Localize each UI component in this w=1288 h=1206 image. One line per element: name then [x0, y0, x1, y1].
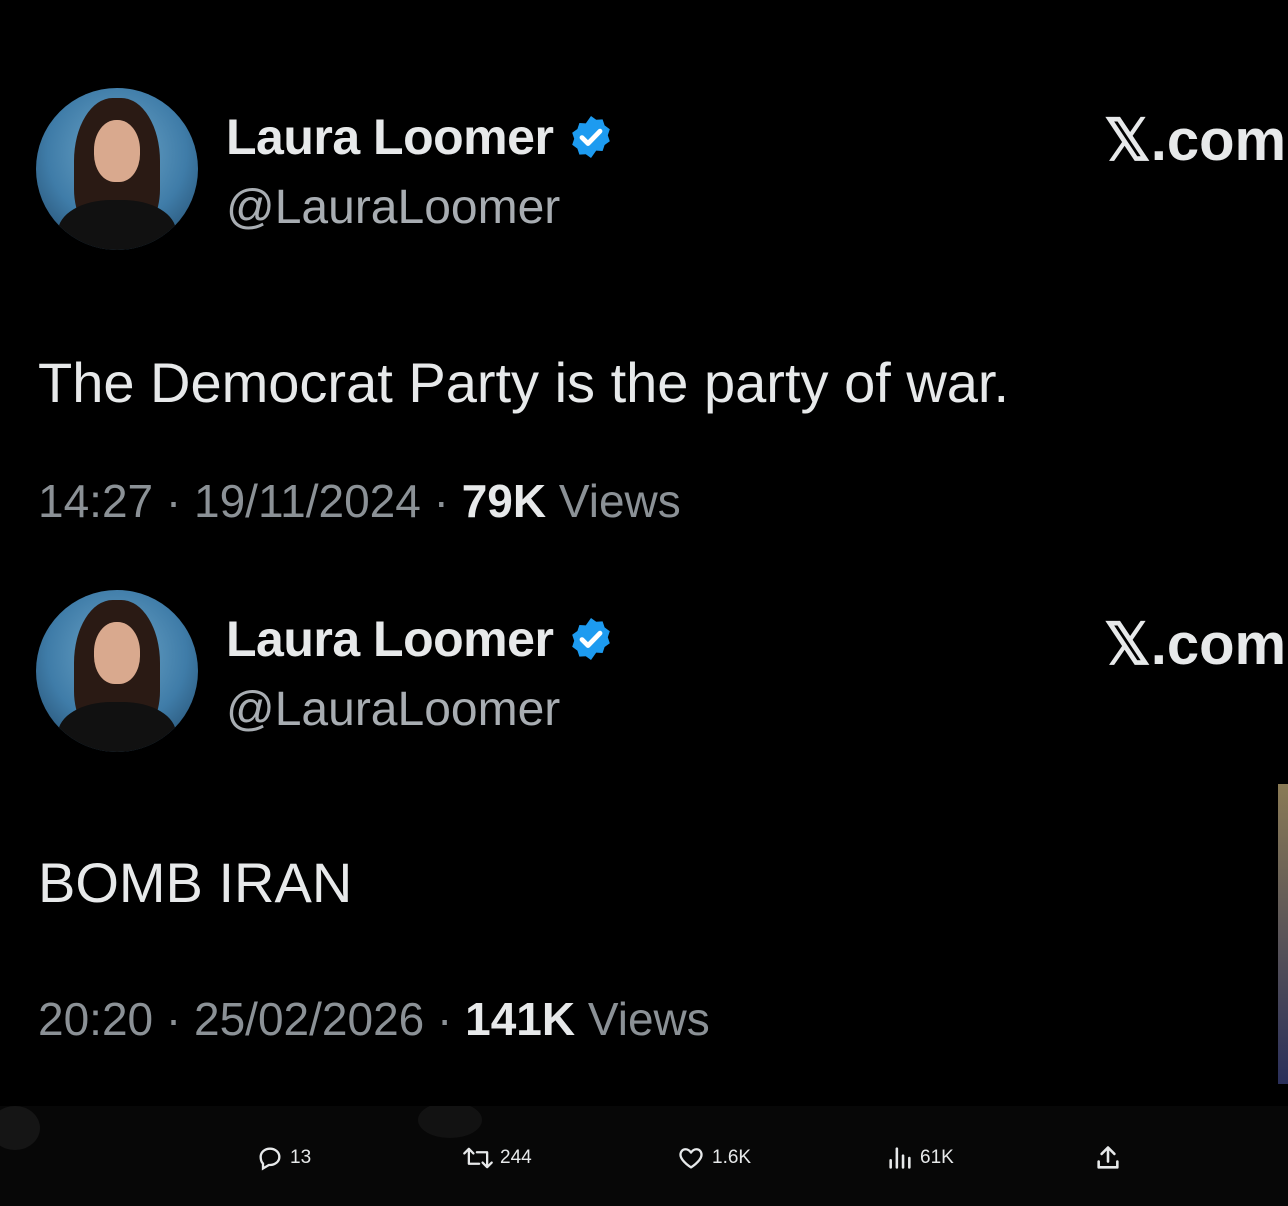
author-handle[interactable]: @LauraLoomer	[226, 682, 560, 737]
reply-count: 13	[290, 1147, 312, 1168]
like-count: 1.6K	[712, 1147, 752, 1168]
separator: ·	[420, 475, 462, 527]
repost-icon	[463, 1147, 493, 1169]
views-button[interactable]: 61K	[886, 1144, 954, 1172]
tweet-time[interactable]: 14:27	[38, 475, 153, 527]
repost-count: 244	[500, 1147, 532, 1168]
avatar-body	[58, 200, 176, 250]
author-row: Laura Loomer	[226, 610, 615, 668]
tweet-time[interactable]: 20:20	[38, 993, 153, 1045]
avatar[interactable]	[36, 590, 198, 752]
reply-button[interactable]: 13	[256, 1144, 311, 1172]
author-handle[interactable]: @LauraLoomer	[226, 180, 560, 235]
separator: ·	[153, 993, 195, 1045]
tweet-text: The Democrat Party is the party of war.	[38, 351, 1010, 414]
author-name[interactable]: Laura Loomer	[226, 610, 554, 668]
avatar[interactable]	[36, 88, 198, 250]
site-label: 𝕏.com	[1104, 612, 1287, 677]
verified-badge-icon	[572, 116, 611, 158]
share-button[interactable]	[1094, 1144, 1128, 1172]
author-row: Laura Loomer	[226, 108, 615, 166]
views-icon	[889, 1147, 911, 1169]
views-count: 79K	[461, 475, 547, 527]
separator: ·	[153, 475, 195, 527]
avatar-face	[94, 120, 140, 182]
like-icon	[679, 1148, 703, 1169]
like-button[interactable]: 1.6K	[676, 1144, 751, 1172]
views-count: 141K	[465, 993, 576, 1045]
avatar-body	[58, 702, 176, 752]
share-icon	[1097, 1146, 1119, 1169]
separator: ·	[424, 993, 466, 1045]
tweet-date[interactable]: 25/02/2026	[194, 993, 424, 1045]
faint-avatar	[418, 1106, 482, 1138]
tweet-actions-bar: 13 244 1.6K 61K	[0, 1106, 1288, 1206]
views-count-action: 61K	[920, 1147, 954, 1168]
views-label: Views	[558, 475, 681, 527]
tweet-date[interactable]: 19/11/2024	[194, 475, 421, 527]
site-label: 𝕏.com	[1104, 108, 1287, 173]
faint-avatar	[0, 1106, 40, 1150]
background-strip	[1278, 784, 1288, 1084]
repost-button[interactable]: 244	[462, 1144, 532, 1172]
tweet-text: BOMB IRAN	[38, 851, 353, 914]
avatar-face	[94, 622, 140, 684]
verified-badge-icon	[572, 618, 611, 660]
tweet-meta: 20:20 · 25/02/2026 · 141K Views	[38, 992, 710, 1046]
views-label: Views	[587, 993, 710, 1045]
author-name[interactable]: Laura Loomer	[226, 108, 554, 166]
reply-icon	[259, 1147, 281, 1171]
tweet-meta: 14:27 · 19/11/2024 · 79K Views	[38, 474, 681, 528]
